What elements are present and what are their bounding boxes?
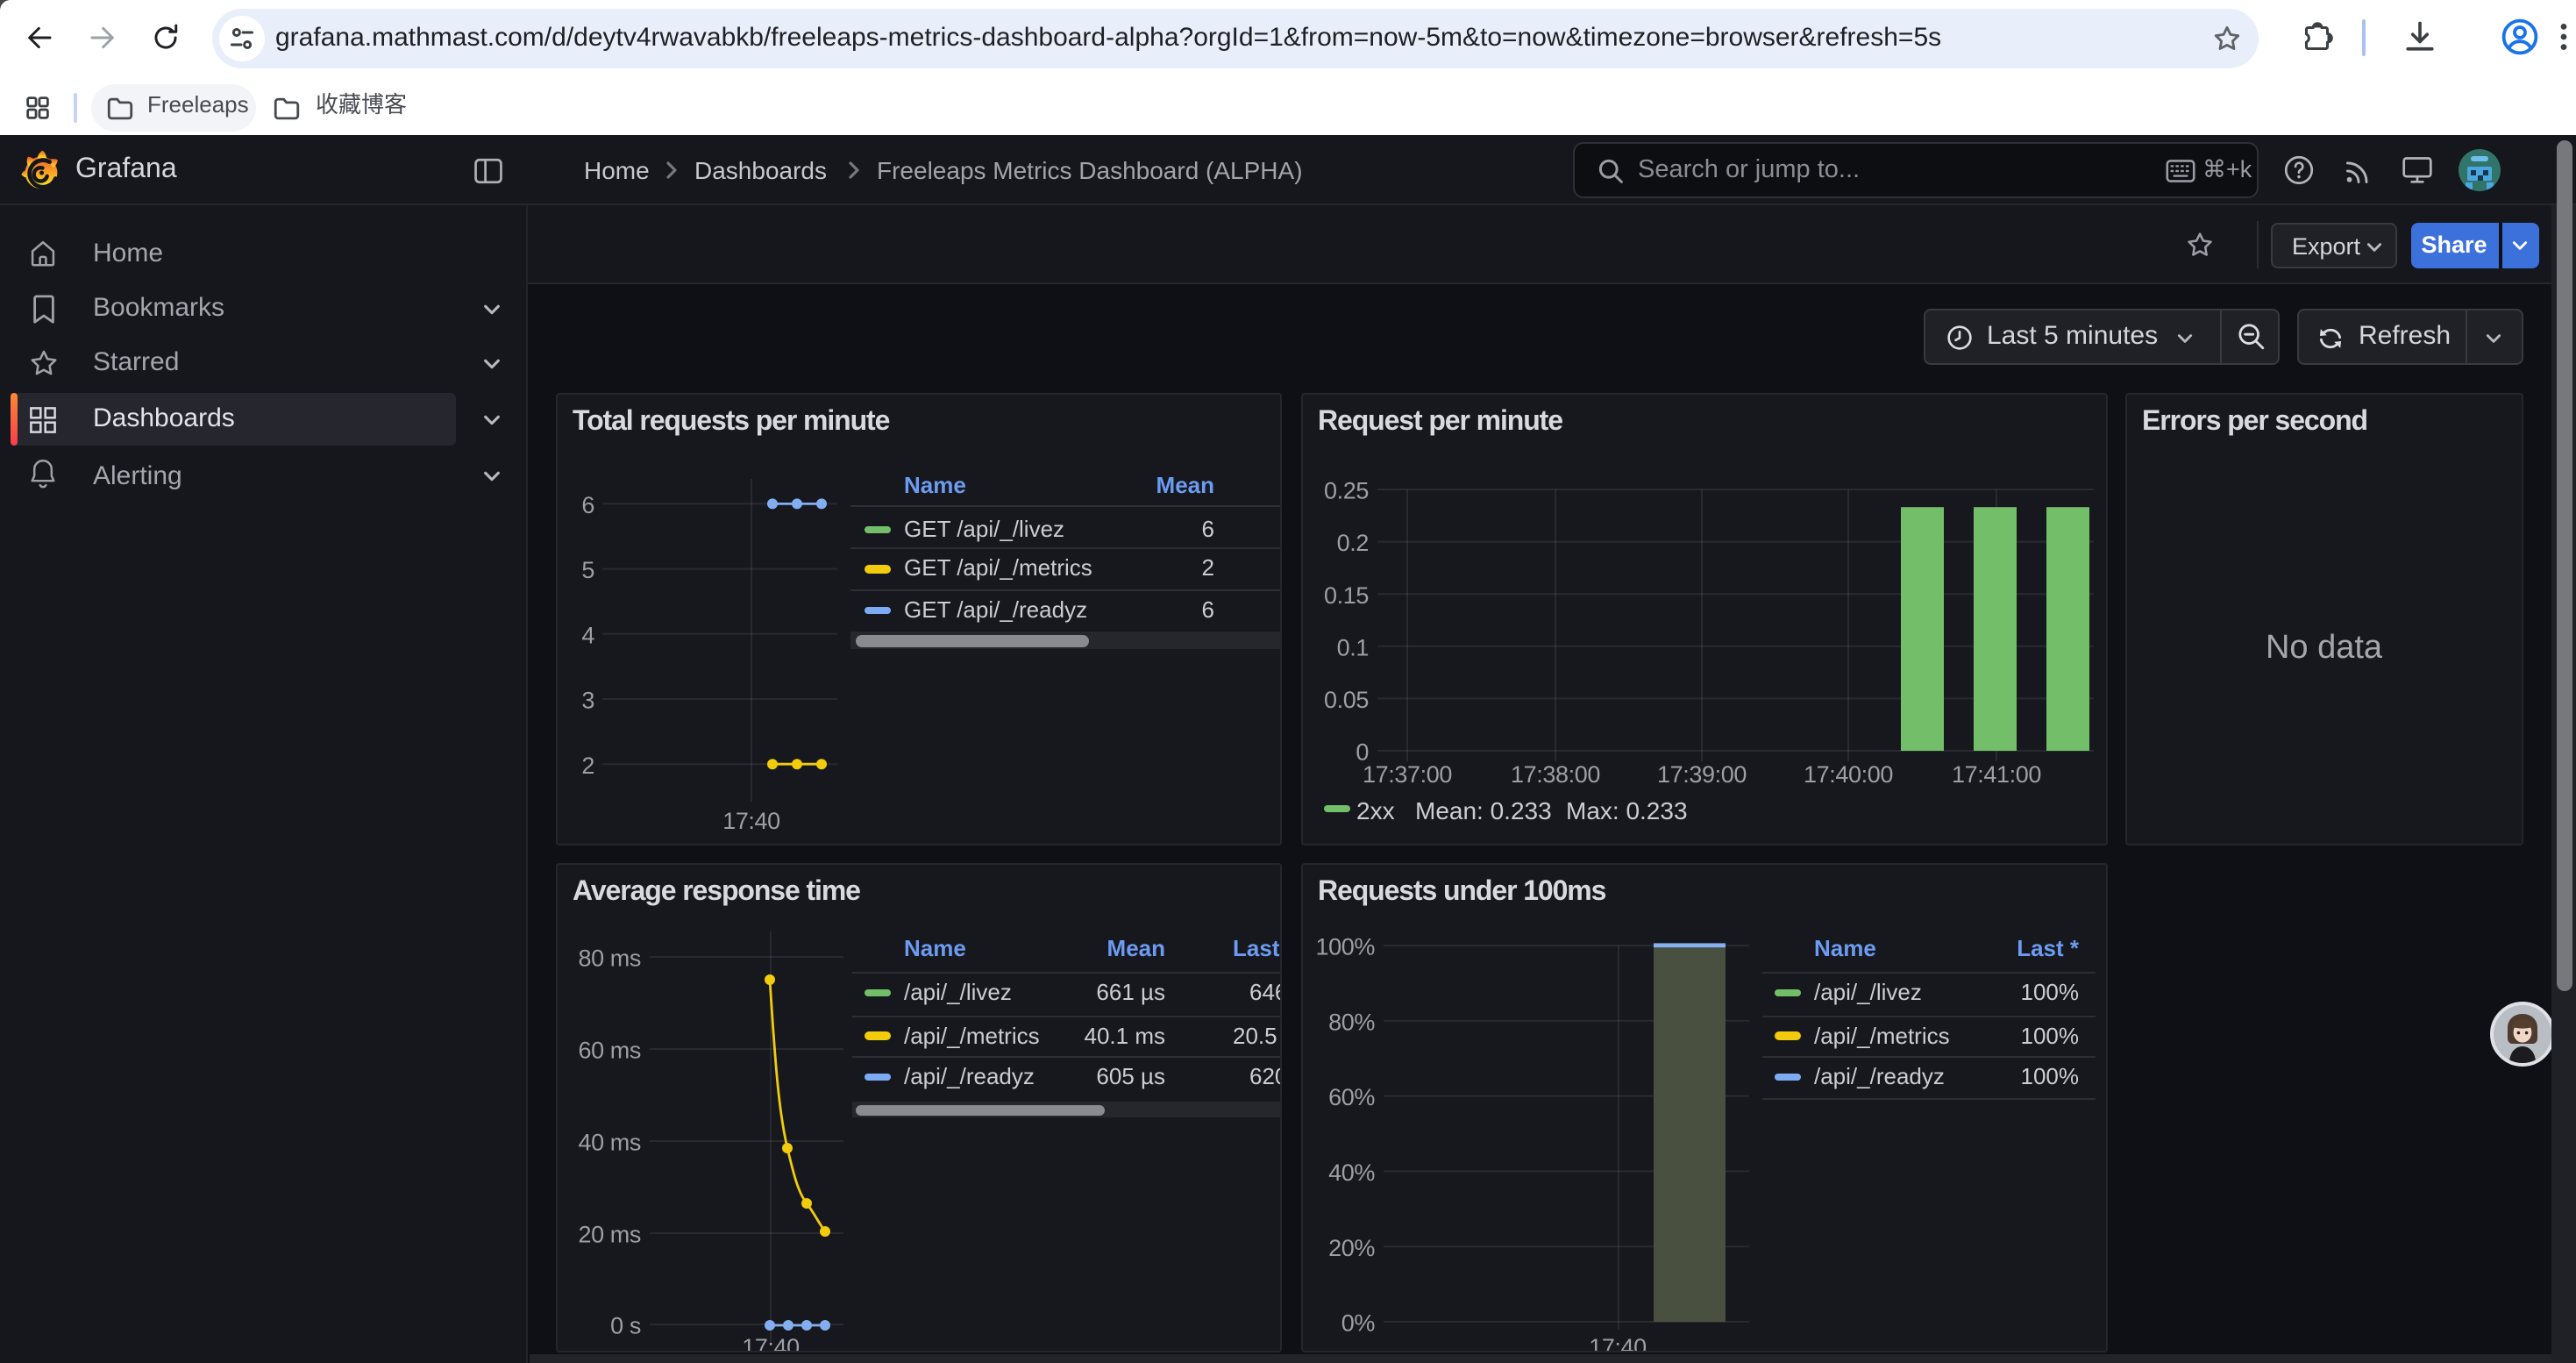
svg-text:2: 2 bbox=[580, 753, 594, 779]
svg-text:17:40: 17:40 bbox=[722, 808, 779, 834]
svg-text:17:38:00: 17:38:00 bbox=[1510, 761, 1599, 788]
svg-text:17:40: 17:40 bbox=[741, 1334, 799, 1352]
svg-text:0%: 0% bbox=[1341, 1310, 1375, 1337]
svg-text:4: 4 bbox=[580, 622, 594, 648]
svg-text:40 ms: 40 ms bbox=[577, 1130, 640, 1156]
svg-text:0.15: 0.15 bbox=[1323, 582, 1368, 609]
svg-text:20%: 20% bbox=[1327, 1235, 1374, 1261]
svg-text:80 ms: 80 ms bbox=[577, 946, 640, 972]
svg-text:0.25: 0.25 bbox=[1323, 478, 1368, 504]
svg-text:17:37:00: 17:37:00 bbox=[1362, 761, 1451, 788]
svg-text:0 s: 0 s bbox=[609, 1313, 640, 1339]
svg-text:0.05: 0.05 bbox=[1323, 687, 1368, 713]
svg-text:60 ms: 60 ms bbox=[577, 1038, 640, 1064]
svg-text:100%: 100% bbox=[1315, 934, 1375, 960]
svg-text:40%: 40% bbox=[1327, 1160, 1374, 1186]
svg-text:17:39:00: 17:39:00 bbox=[1656, 761, 1746, 788]
svg-text:6: 6 bbox=[580, 492, 594, 518]
svg-text:20 ms: 20 ms bbox=[577, 1222, 640, 1248]
svg-text:0.1: 0.1 bbox=[1336, 634, 1368, 660]
svg-text:17:40:00: 17:40:00 bbox=[1803, 761, 1892, 788]
svg-text:17:41:00: 17:41:00 bbox=[1951, 761, 2040, 788]
svg-text:60%: 60% bbox=[1327, 1084, 1374, 1110]
svg-text:5: 5 bbox=[580, 557, 594, 583]
svg-text:17:40: 17:40 bbox=[1588, 1334, 1646, 1352]
svg-text:0.2: 0.2 bbox=[1336, 530, 1368, 556]
svg-text:3: 3 bbox=[580, 688, 594, 714]
svg-text:80%: 80% bbox=[1327, 1009, 1374, 1035]
